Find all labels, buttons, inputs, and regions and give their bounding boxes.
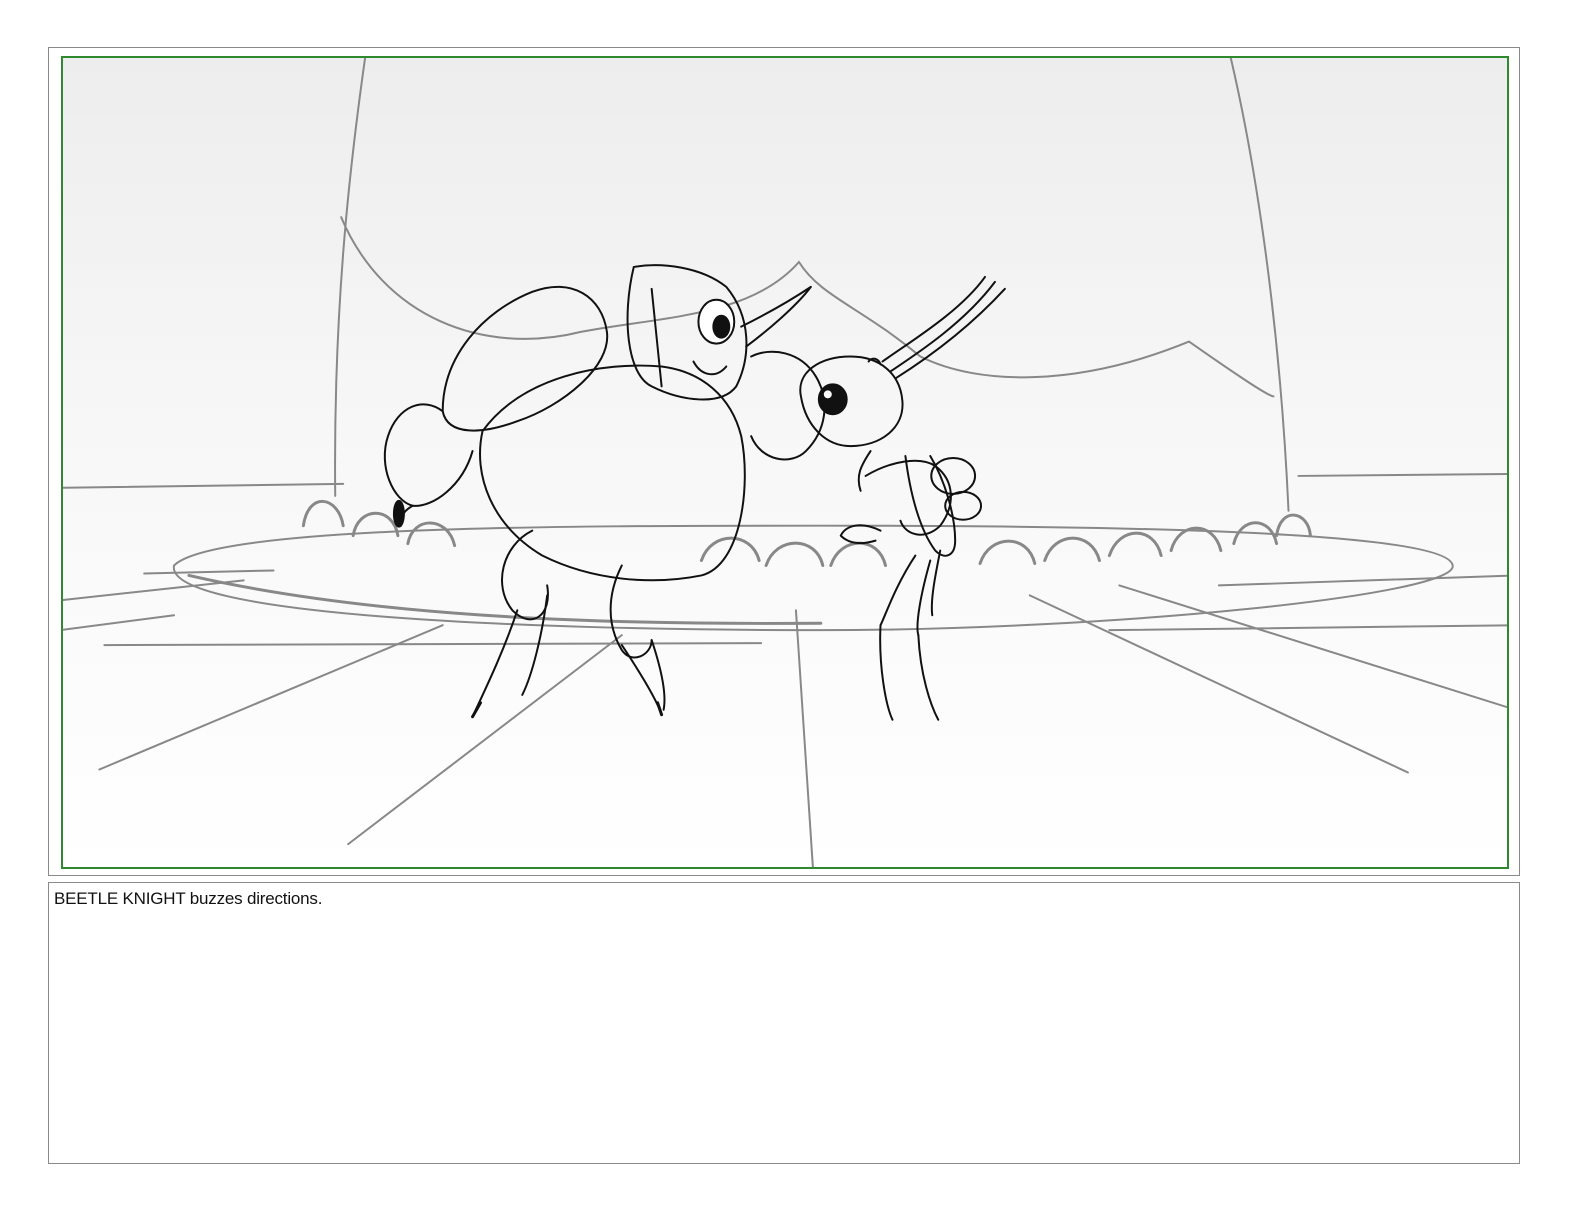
sketch-illustration	[63, 58, 1507, 867]
stage-background	[63, 58, 1507, 867]
panel-notes-box: BEETLE KNIGHT buzzes directions.	[48, 882, 1520, 1164]
panel-description: BEETLE KNIGHT buzzes directions.	[54, 889, 323, 908]
storyboard-drawing	[61, 56, 1509, 869]
storyboard-panel-frame	[48, 47, 1520, 876]
